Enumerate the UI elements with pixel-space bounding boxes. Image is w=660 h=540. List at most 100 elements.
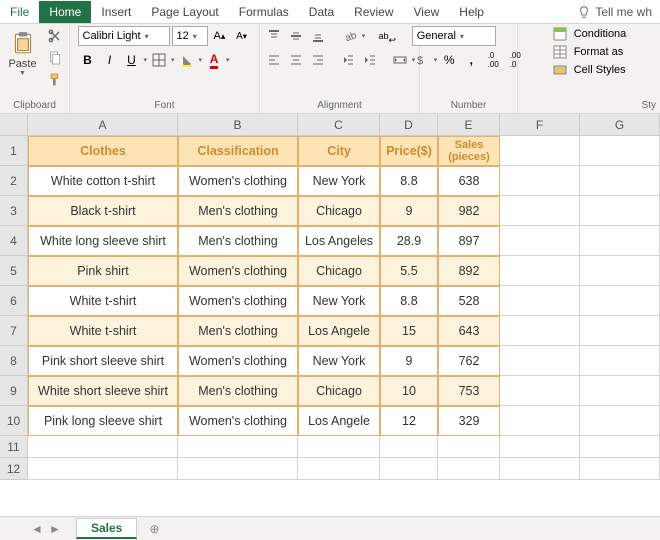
empty-cell[interactable] xyxy=(298,436,380,458)
table-cell[interactable]: Women's clothing xyxy=(178,346,298,376)
empty-cell[interactable] xyxy=(500,406,580,436)
sheet-nav-prev[interactable]: ◄ xyxy=(28,522,46,536)
row-header[interactable]: 2 xyxy=(0,166,28,196)
fill-color-button[interactable] xyxy=(177,50,197,70)
table-cell[interactable]: 8.8 xyxy=(380,166,438,196)
font-size-combo[interactable]: 12▾ xyxy=(172,26,208,46)
empty-cell[interactable] xyxy=(28,436,178,458)
table-header-cell[interactable]: Price($) xyxy=(380,136,438,166)
font-family-combo[interactable]: Calibri Light▾ xyxy=(78,26,170,46)
table-cell[interactable]: 15 xyxy=(380,316,438,346)
comma-format-icon[interactable]: , xyxy=(461,50,481,70)
table-cell[interactable]: White long sleeve shirt xyxy=(28,226,178,256)
underline-button[interactable]: U xyxy=(122,50,142,70)
align-center-icon[interactable] xyxy=(286,50,306,70)
table-cell[interactable]: 329 xyxy=(438,406,500,436)
conditional-formatting-button[interactable]: Conditiona xyxy=(552,26,627,42)
row-header[interactable]: 11 xyxy=(0,436,28,458)
empty-cell[interactable] xyxy=(580,226,660,256)
table-cell[interactable]: Women's clothing xyxy=(178,166,298,196)
table-cell[interactable]: New York xyxy=(298,166,380,196)
row-header[interactable]: 8 xyxy=(0,346,28,376)
empty-cell[interactable] xyxy=(298,458,380,480)
tab-view[interactable]: View xyxy=(404,1,450,23)
increase-decimal-icon[interactable]: .0.00 xyxy=(483,50,503,70)
table-cell[interactable]: Pink long sleeve shirt xyxy=(28,406,178,436)
cut-button[interactable] xyxy=(45,26,65,46)
empty-cell[interactable] xyxy=(580,196,660,226)
tab-formulas[interactable]: Formulas xyxy=(229,1,299,23)
tab-insert[interactable]: Insert xyxy=(91,1,141,23)
increase-font-icon[interactable]: A▴ xyxy=(210,26,230,46)
table-cell[interactable]: Women's clothing xyxy=(178,256,298,286)
add-sheet-button[interactable]: ⊕ xyxy=(143,518,165,540)
empty-cell[interactable] xyxy=(580,166,660,196)
column-header[interactable]: E xyxy=(438,114,500,136)
align-bottom-icon[interactable] xyxy=(308,26,328,46)
decrease-indent-icon[interactable] xyxy=(338,50,358,70)
column-header[interactable]: F xyxy=(500,114,580,136)
table-cell[interactable]: 9 xyxy=(380,346,438,376)
row-header[interactable]: 10 xyxy=(0,406,28,436)
table-cell[interactable]: 982 xyxy=(438,196,500,226)
table-cell[interactable]: Black t-shirt xyxy=(28,196,178,226)
table-cell[interactable]: Men's clothing xyxy=(178,226,298,256)
table-cell[interactable]: Los Angele xyxy=(298,316,380,346)
table-header-cell[interactable]: Clothes xyxy=(28,136,178,166)
row-header[interactable]: 6 xyxy=(0,286,28,316)
percent-format-icon[interactable]: % xyxy=(439,50,459,70)
table-cell[interactable]: Men's clothing xyxy=(178,376,298,406)
align-right-icon[interactable] xyxy=(308,50,328,70)
tab-page-layout[interactable]: Page Layout xyxy=(141,1,228,23)
empty-cell[interactable] xyxy=(380,458,438,480)
table-cell[interactable]: Chicago xyxy=(298,196,380,226)
column-header[interactable]: C xyxy=(298,114,380,136)
orientation-icon[interactable]: ab xyxy=(340,26,360,46)
tab-data[interactable]: Data xyxy=(299,1,344,23)
tab-review[interactable]: Review xyxy=(344,1,403,23)
table-header-cell[interactable]: Sales (pieces) xyxy=(438,136,500,166)
empty-cell[interactable] xyxy=(380,436,438,458)
empty-cell[interactable] xyxy=(500,286,580,316)
empty-cell[interactable] xyxy=(500,436,580,458)
table-cell[interactable]: 8.8 xyxy=(380,286,438,316)
table-cell[interactable]: 753 xyxy=(438,376,500,406)
table-cell[interactable]: 528 xyxy=(438,286,500,316)
table-cell[interactable]: White t-shirt xyxy=(28,286,178,316)
table-cell[interactable]: 643 xyxy=(438,316,500,346)
table-cell[interactable]: Los Angeles xyxy=(298,226,380,256)
table-cell[interactable]: White cotton t-shirt xyxy=(28,166,178,196)
empty-cell[interactable] xyxy=(500,226,580,256)
sheet-nav-next[interactable]: ► xyxy=(46,522,64,536)
empty-cell[interactable] xyxy=(178,436,298,458)
tab-file[interactable]: File xyxy=(0,1,39,23)
empty-cell[interactable] xyxy=(580,376,660,406)
row-header[interactable]: 5 xyxy=(0,256,28,286)
table-cell[interactable]: Men's clothing xyxy=(178,196,298,226)
column-header[interactable]: G xyxy=(580,114,660,136)
row-header[interactable]: 12 xyxy=(0,458,28,480)
tab-home[interactable]: Home xyxy=(39,1,91,23)
wrap-text-icon[interactable]: ab↩ xyxy=(377,26,397,46)
empty-cell[interactable] xyxy=(500,458,580,480)
table-cell[interactable]: New York xyxy=(298,286,380,316)
empty-cell[interactable] xyxy=(580,136,660,166)
decrease-font-icon[interactable]: A▾ xyxy=(232,26,252,46)
table-cell[interactable]: White t-shirt xyxy=(28,316,178,346)
empty-cell[interactable] xyxy=(500,196,580,226)
align-left-icon[interactable] xyxy=(264,50,284,70)
italic-button[interactable]: I xyxy=(100,50,120,70)
sheet-tab-sales[interactable]: Sales xyxy=(76,518,137,539)
empty-cell[interactable] xyxy=(500,376,580,406)
select-all-cell[interactable] xyxy=(0,114,28,136)
row-header[interactable]: 9 xyxy=(0,376,28,406)
table-cell[interactable]: Pink shirt xyxy=(28,256,178,286)
table-cell[interactable]: 897 xyxy=(438,226,500,256)
empty-cell[interactable] xyxy=(580,256,660,286)
table-cell[interactable]: Chicago xyxy=(298,256,380,286)
column-header[interactable]: D xyxy=(380,114,438,136)
merge-center-icon[interactable] xyxy=(390,50,410,70)
table-cell[interactable]: Chicago xyxy=(298,376,380,406)
font-color-button[interactable]: A xyxy=(204,50,224,70)
number-format-combo[interactable]: General▾ xyxy=(412,26,496,46)
